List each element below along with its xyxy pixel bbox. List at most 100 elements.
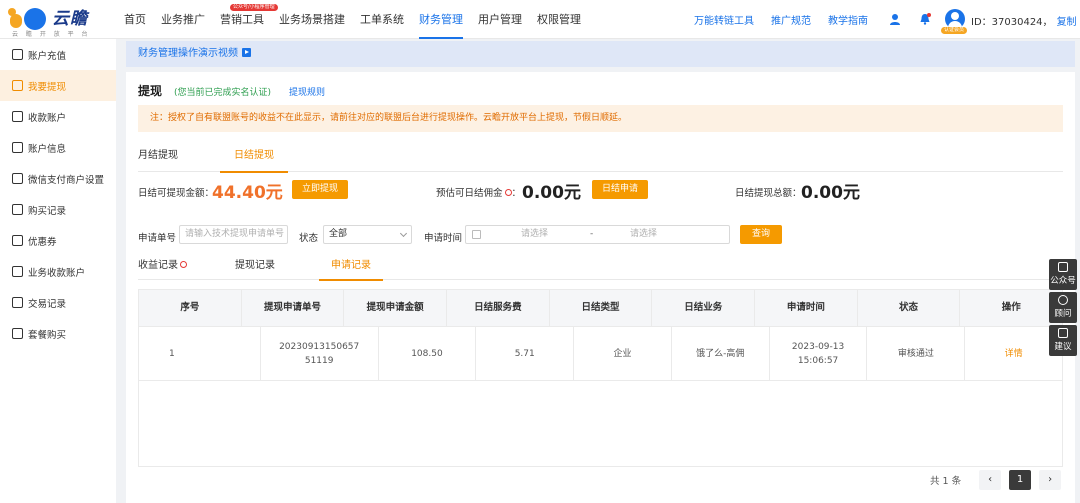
cell-amount: 108.50: [379, 327, 477, 380]
record-tabs: 收益记录 提现记录 申请记录: [138, 252, 1063, 281]
col-service-fee: 日结服务费: [447, 290, 550, 326]
sidebar-item-recharge[interactable]: 账户充值: [0, 39, 116, 70]
withdraw-type-tabs: 月结提现 日结提现: [138, 140, 1063, 173]
sidebar-item-transactions[interactable]: 交易记录: [0, 287, 116, 318]
logo[interactable]: 云瞻 云 瞻 开 放 平 台: [8, 4, 108, 38]
nav-business-promo[interactable]: 业务推广: [161, 0, 205, 39]
tab-daily-withdraw[interactable]: 日结提现: [220, 140, 288, 173]
page-1-button[interactable]: 1: [1009, 470, 1032, 490]
prev-page-button[interactable]: ‹: [979, 470, 1002, 490]
user-id: ID：37030424， 复制: [971, 17, 1077, 28]
verification-status: (您当前已完成实名认证): [174, 88, 272, 98]
order-no-label: 申请单号: [138, 233, 177, 244]
top-links: 万能转链工具 推广规范 教学指南: [677, 0, 868, 39]
sidebar-item-coupons[interactable]: 优惠券: [0, 225, 116, 256]
sidebar-item-receiving-account[interactable]: 收款账户: [0, 101, 116, 132]
next-page-button[interactable]: ›: [1039, 470, 1062, 490]
table-header: 序号 提现申请单号 提现申请金额 日结服务费 日结类型 日结业务 申请时间 状态…: [139, 290, 1062, 326]
account-icon: [12, 111, 23, 122]
order-no-input[interactable]: 请输入技术提现申请单号: [179, 225, 288, 244]
cell-business: 饿了么-高佣: [672, 327, 770, 380]
expected-amount: 0.00元: [522, 183, 581, 203]
col-amount: 提现申请金额: [344, 290, 448, 326]
query-button[interactable]: 查询: [740, 225, 783, 244]
total-label: 日结提现总额：: [735, 188, 802, 199]
cell-type: 企业: [574, 327, 672, 380]
col-business: 日结业务: [652, 290, 756, 326]
status-select[interactable]: 全部: [323, 225, 412, 244]
tab-apply-records[interactable]: 申请记录: [319, 252, 383, 281]
logo-title: 云瞻: [52, 9, 88, 29]
records-card: 申请单号 请输入技术提现申请单号 状态 全部 申请时间 请选择 - 请选择 查询…: [126, 213, 1075, 503]
sidebar: 账户充值 我要提现 收款账户 账户信息 微信支付商户设置 购买记录 优惠券 业务…: [0, 39, 116, 503]
user-icon: [12, 142, 23, 153]
member-badge: 认证会员: [941, 27, 968, 34]
edit-icon: [1058, 328, 1068, 338]
floating-toolbar: 公众号 顾问 建议: [1049, 259, 1077, 358]
cell-service-fee: 5.71: [476, 327, 575, 380]
details-link[interactable]: 详情: [965, 327, 1062, 380]
float-advisor[interactable]: 顾问: [1049, 292, 1077, 323]
cell-order-no: 2023091315065751119: [261, 327, 379, 380]
nav-home[interactable]: 首页: [124, 0, 146, 39]
withdraw-icon: [12, 80, 23, 91]
available-amount: 44.40元: [212, 183, 283, 203]
sidebar-item-wechat-pay[interactable]: 微信支付商户设置: [0, 163, 116, 194]
withdraw-now-button[interactable]: 立即提现: [292, 180, 349, 199]
date-separator: -: [590, 229, 594, 239]
daily-apply-button[interactable]: 日结申请: [592, 180, 649, 199]
col-index: 序号: [139, 290, 242, 326]
nav-scene-builder[interactable]: 业务场景搭建: [279, 0, 345, 39]
tab-income-records[interactable]: 收益记录: [138, 252, 187, 280]
sidebar-item-withdraw[interactable]: 我要提现: [0, 70, 116, 101]
records-table: 序号 提现申请单号 提现申请金额 日结服务费 日结类型 日结业务 申请时间 状态…: [138, 289, 1063, 467]
sidebar-item-business-account[interactable]: 业务收款账户: [0, 256, 116, 287]
apply-time-label: 申请时间: [424, 233, 463, 244]
main-content: 财务管理操作演示视频 提现 (您当前已完成实名认证) 提现规则 注：授权了自有联…: [126, 39, 1075, 503]
date-range-picker[interactable]: 请选择 - 请选择: [465, 225, 730, 244]
headset-icon: [1058, 295, 1068, 305]
demo-video-bar[interactable]: 财务管理操作演示视频: [126, 41, 1075, 67]
link-promo-rules[interactable]: 推广规范: [771, 12, 811, 27]
cell-apply-time: 2023-09-13 15:06:57: [770, 327, 868, 380]
float-suggestion[interactable]: 建议: [1049, 325, 1077, 356]
start-date[interactable]: 请选择: [521, 226, 548, 243]
col-action: 操作: [1001, 302, 1021, 313]
float-official-account[interactable]: 公众号: [1049, 259, 1077, 290]
coupon-icon: [12, 235, 23, 246]
end-date[interactable]: 请选择: [630, 226, 657, 243]
nav-user-management[interactable]: 用户管理: [478, 0, 522, 39]
tab-withdraw-records[interactable]: 提现记录: [235, 252, 275, 280]
col-type: 日结类型: [550, 290, 653, 326]
nav-ticket-system[interactable]: 工单系统: [360, 0, 404, 39]
logo-mark-icon: [8, 6, 52, 30]
tab-monthly-withdraw[interactable]: 月结提现: [138, 140, 178, 172]
top-bar: 云瞻 云 瞻 开 放 平 台 首页 业务推广 公众号/小程序管理 营销工具 业务…: [0, 0, 1080, 39]
logo-subtitle: 云 瞻 开 放 平 台: [12, 31, 91, 38]
avatar[interactable]: [945, 9, 965, 29]
cell-index: 1: [139, 327, 261, 380]
table-empty-area: [139, 380, 1062, 466]
bell-icon[interactable]: [918, 12, 932, 26]
sidebar-item-purchase-record[interactable]: 购买记录: [0, 194, 116, 225]
available-label: 日结可提现金额：: [138, 188, 215, 199]
page-title: 提现: [138, 84, 163, 98]
link-tutorial[interactable]: 教学指南: [828, 12, 868, 27]
total-count: 共 1 条: [930, 476, 962, 487]
nav-marketing-tools[interactable]: 公众号/小程序管理 营销工具: [220, 0, 278, 39]
service-icon[interactable]: [888, 12, 902, 26]
col-status: 状态: [858, 290, 961, 326]
copy-id-link[interactable]: 复制: [1057, 17, 1077, 28]
info-icon: [180, 261, 187, 268]
business-icon: [12, 266, 23, 277]
nav-permission[interactable]: 权限管理: [537, 0, 581, 39]
info-icon[interactable]: [504, 189, 512, 196]
sidebar-item-account-info[interactable]: 账户信息: [0, 132, 116, 163]
notice-banner: 注：授权了自有联盟账号的收益不在此显示，请前往对应的联盟后台进行提现操作。云瞻开…: [138, 105, 1063, 132]
total-amount: 0.00元: [801, 183, 860, 203]
sidebar-item-packages[interactable]: 套餐购买: [0, 318, 116, 349]
link-link-converter[interactable]: 万能转链工具: [694, 12, 754, 27]
calendar-icon: [472, 230, 481, 239]
nav-finance[interactable]: 财务管理: [419, 0, 463, 39]
withdraw-rules-link[interactable]: 提现规则: [289, 85, 325, 98]
